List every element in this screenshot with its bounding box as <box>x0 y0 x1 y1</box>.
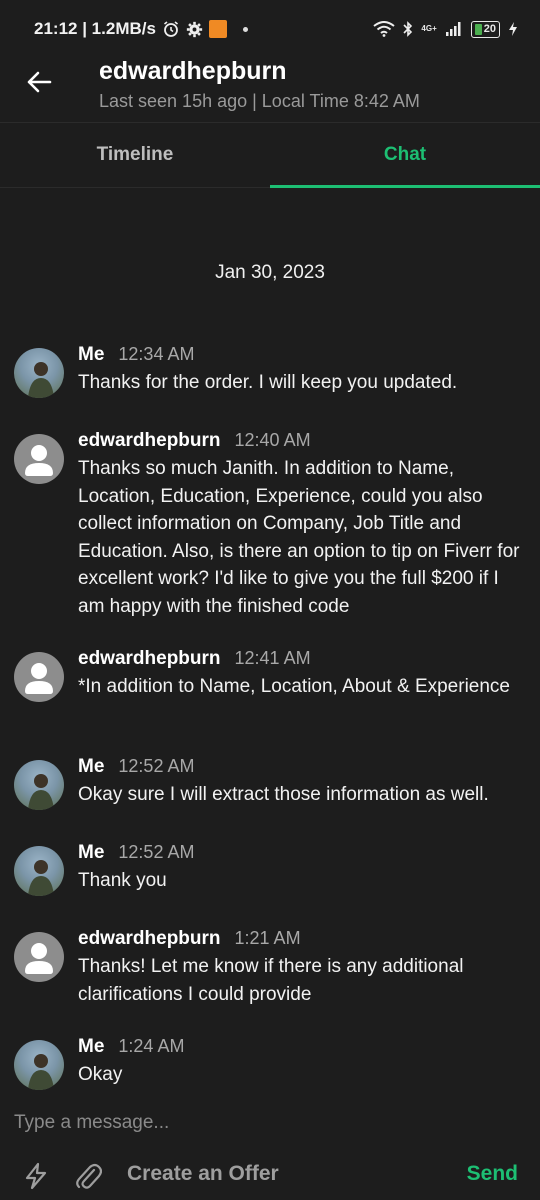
tab-chat[interactable]: Chat <box>270 123 540 188</box>
message-time: 1:21 AM <box>234 928 301 948</box>
message-time: 12:34 AM <box>118 344 195 364</box>
send-button[interactable]: Send <box>467 1162 518 1186</box>
charging-icon <box>508 21 518 37</box>
header-text: edwardhepburn Last seen 15h ago | Local … <box>99 58 420 112</box>
create-offer-button[interactable]: Create an Offer <box>127 1162 279 1186</box>
date-separator: Jan 30, 2023 <box>215 262 325 283</box>
settings-icon <box>186 21 203 38</box>
battery-icon: 20 <box>470 20 500 38</box>
message-text: Thanks for the order. I will keep you up… <box>78 372 458 393</box>
message-text: Thank you <box>78 870 167 891</box>
back-arrow-icon <box>26 70 52 99</box>
message-sender: Me <box>78 842 105 863</box>
message-input[interactable] <box>14 1112 514 1134</box>
message-sender: Me <box>78 344 105 365</box>
message-header: edwardhepburn 12:40 AM <box>78 428 522 453</box>
message-time: 1:24 AM <box>118 1036 185 1056</box>
network-type: 4G+ <box>421 24 437 33</box>
message-sender: edwardhepburn <box>78 928 221 949</box>
message-header: edwardhepburn 12:41 AM <box>78 646 522 671</box>
message-text: Thanks so much Janith. In addition to Na… <box>78 458 520 617</box>
conversation-header: edwardhepburn Last seen 15h ago | Local … <box>0 58 540 122</box>
message-text: Okay sure I will extract those informati… <box>78 784 489 805</box>
avatar[interactable] <box>14 434 64 484</box>
message-header: Me 12:52 AM <box>78 754 522 779</box>
message-sender: Me <box>78 1036 105 1057</box>
wifi-icon <box>373 21 396 37</box>
app-notification-icon <box>208 20 227 38</box>
message-header: Me 12:34 AM <box>78 342 522 367</box>
avatar[interactable] <box>14 348 64 398</box>
last-seen-status: Last seen 15h ago | Local Time 8:42 AM <box>99 91 420 111</box>
message-text: *In addition to Name, Location, About & … <box>78 676 510 697</box>
contact-name: edwardhepburn <box>99 57 287 85</box>
attachment-icon[interactable] <box>72 1160 104 1192</box>
message-text: Okay <box>78 1064 123 1085</box>
composer-toolbar: Create an Offer Send <box>0 1156 540 1196</box>
message-time: 12:52 AM <box>118 756 195 776</box>
bluetooth-icon <box>403 21 413 37</box>
message-time: 12:40 AM <box>234 430 311 450</box>
message-body: Me 12:34 AM Thanks for the order. I will… <box>78 342 522 397</box>
status-time: 21:12 | 1.2MB/s <box>34 19 156 38</box>
back-button[interactable] <box>0 58 78 110</box>
avatar[interactable] <box>14 1040 64 1090</box>
tab-bar: Timeline Chat <box>0 122 540 188</box>
avatar[interactable] <box>14 846 64 896</box>
status-right: 4G+ 20 <box>373 20 518 38</box>
quick-response-icon[interactable] <box>20 1160 52 1192</box>
avatar[interactable] <box>14 932 64 982</box>
message-body: Me 12:52 AM Thank you <box>78 840 522 895</box>
avatar[interactable] <box>14 760 64 810</box>
message-time: 12:41 AM <box>234 648 311 668</box>
avatar[interactable] <box>14 652 64 702</box>
message-body: Me 1:24 AM Okay <box>78 1034 522 1089</box>
message-header: Me 12:52 AM <box>78 840 522 865</box>
tab-timeline[interactable]: Timeline <box>0 123 270 187</box>
message-header: edwardhepburn 1:21 AM <box>78 926 522 951</box>
message-body: edwardhepburn 1:21 AM Thanks! Let me kno… <box>78 926 522 1008</box>
status-bar: 21:12 | 1.2MB/s 4G+ 20 <box>0 0 540 58</box>
message-sender: edwardhepburn <box>78 648 221 669</box>
message-body: Me 12:52 AM Okay sure I will extract tho… <box>78 754 522 809</box>
message-body: edwardhepburn 12:40 AM Thanks so much Ja… <box>78 428 522 620</box>
message-text: Thanks! Let me know if there is any addi… <box>78 956 464 1005</box>
status-left: 21:12 | 1.2MB/s <box>34 19 248 39</box>
message-time: 12:52 AM <box>118 842 195 862</box>
alarm-icon <box>162 20 180 38</box>
more-notifications-dot <box>242 26 248 32</box>
message-composer: Create an Offer Send <box>0 1104 540 1200</box>
battery-fill <box>474 23 482 35</box>
message-header: Me 1:24 AM <box>78 1034 522 1059</box>
signal-icon <box>445 21 463 37</box>
message-sender: Me <box>78 756 105 777</box>
battery-level: 20 <box>483 23 496 35</box>
message-sender: edwardhepburn <box>78 430 221 451</box>
message-body: edwardhepburn 12:41 AM *In addition to N… <box>78 646 522 701</box>
